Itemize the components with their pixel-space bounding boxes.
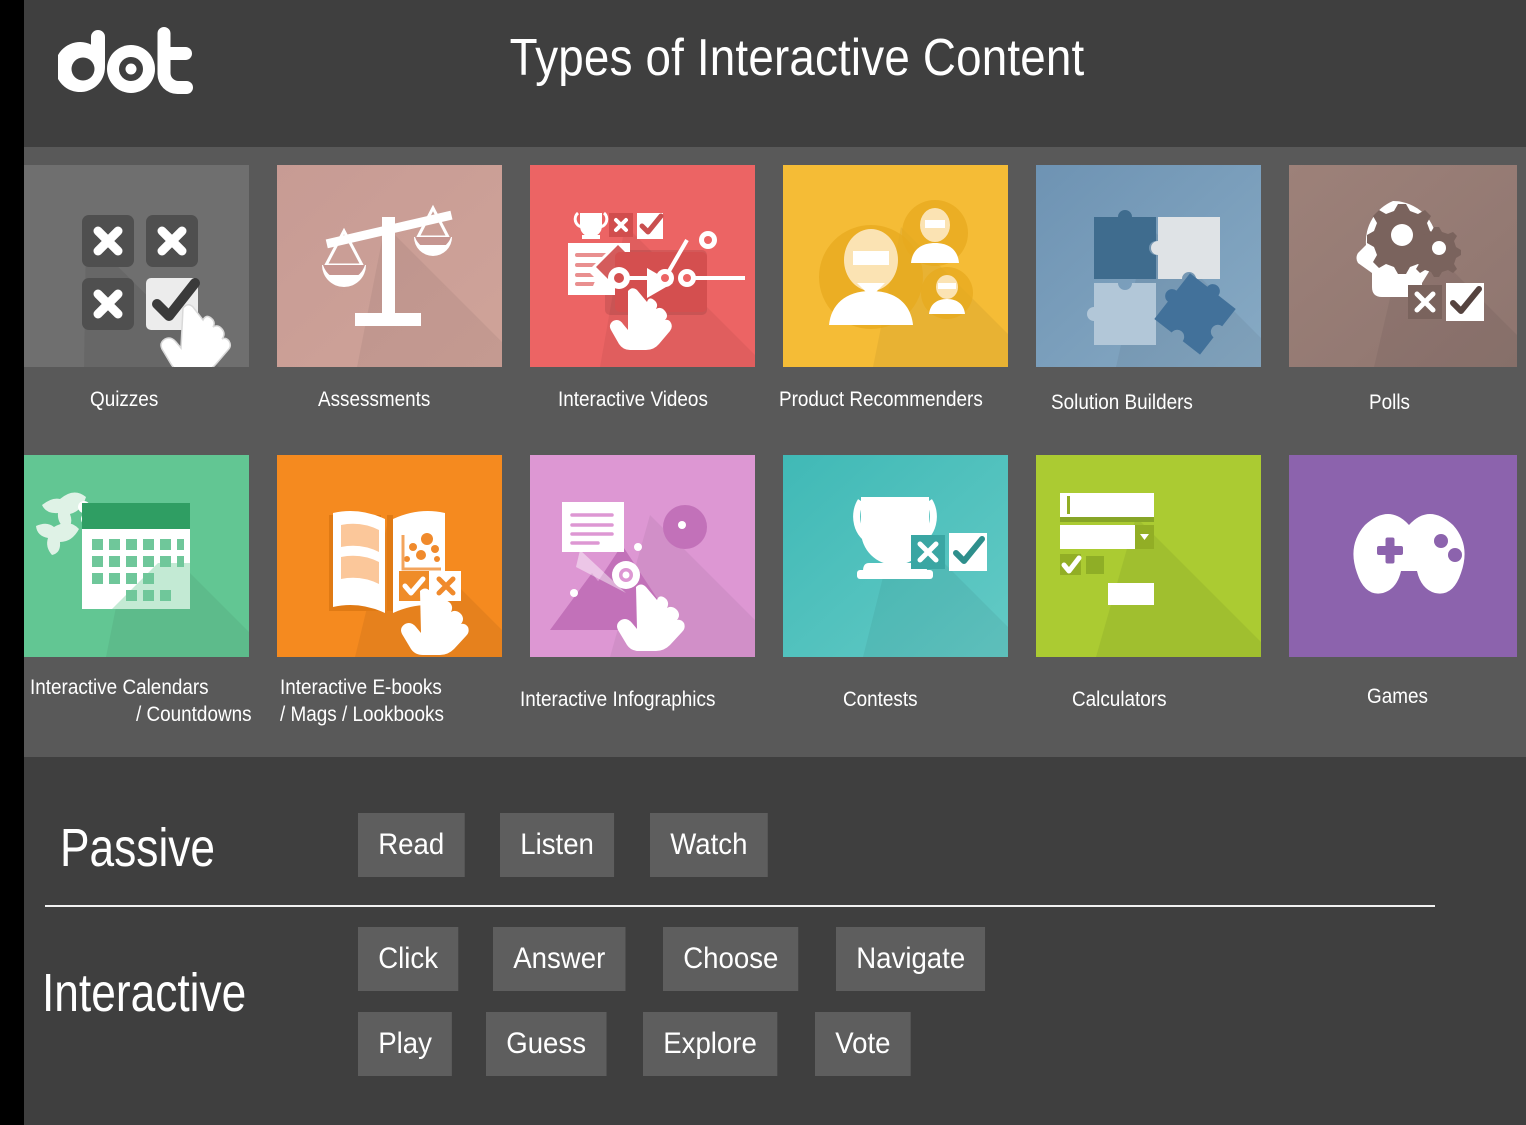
tile-thumb [1036, 165, 1261, 367]
interactive-action-group-row1: Click Answer Choose Navigate [358, 927, 999, 991]
quiz-checkbox-icon [24, 165, 249, 367]
tile-quizzes[interactable]: Quizzes [24, 165, 277, 417]
section-divider [45, 905, 1435, 907]
poster-root: Types of Interactive Content [24, 0, 1526, 1125]
tile-label-line2: / Mags / Lookbooks [280, 702, 505, 729]
tile-thumb [1289, 165, 1517, 367]
tile-label: Calculators [1072, 687, 1267, 714]
video-player-icon [530, 165, 755, 367]
tile-thumb [783, 165, 1008, 367]
action-chip-read[interactable]: Read [358, 813, 464, 877]
action-chip-explore[interactable]: Explore [643, 1012, 777, 1076]
tile-label: Assessments [318, 387, 509, 414]
tile-label-line2: / Countdowns [136, 702, 263, 729]
tile-assessments[interactable]: Assessments [277, 165, 530, 417]
action-chip-answer[interactable]: Answer [493, 927, 626, 991]
tile-interactive-ebooks[interactable]: Interactive E-books / Mags / Lookbooks [277, 455, 530, 729]
interactive-action-group-row2: Play Guess Explore Vote [358, 1012, 919, 1076]
tile-label: Contests [843, 687, 1017, 714]
tile-thumb [24, 455, 249, 657]
tile-label: Product Recommenders [779, 387, 1010, 414]
passive-action-group: Read Listen Watch [358, 813, 778, 877]
calendar-holly-icon [24, 455, 249, 657]
balance-scale-icon [277, 165, 502, 367]
tile-games[interactable]: Games [1289, 455, 1526, 729]
tile-label: Quizzes [90, 387, 258, 414]
head-gears-icon [1289, 165, 1517, 367]
action-chip-guess[interactable]: Guess [486, 1012, 606, 1076]
tile-thumb [277, 165, 502, 367]
tile-contests[interactable]: Contests [783, 455, 1036, 729]
action-chip-click[interactable]: Click [358, 927, 458, 991]
tile-interactive-calendars[interactable]: Interactive Calendars / Countdowns [24, 455, 277, 729]
tile-thumb [530, 165, 755, 367]
header: Types of Interactive Content [24, 0, 1526, 147]
action-chip-watch[interactable]: Watch [650, 813, 768, 877]
action-chip-navigate[interactable]: Navigate [836, 927, 985, 991]
tile-interactive-infographics[interactable]: Interactive Infographics [530, 455, 783, 729]
tile-label: Games [1367, 684, 1525, 711]
action-chip-vote[interactable]: Vote [815, 1012, 911, 1076]
page-title: Types of Interactive Content [114, 28, 1436, 88]
tile-label: Polls [1369, 390, 1525, 417]
tile-label: Interactive E-books [280, 675, 505, 702]
puzzle-pieces-icon [1036, 165, 1261, 367]
tile-thumb [1289, 455, 1517, 657]
tile-solution-builders[interactable]: Solution Builders [1036, 165, 1289, 417]
tile-thumb [277, 455, 502, 657]
tile-thumb [1036, 455, 1261, 657]
tile-calculators[interactable]: Calculators [1036, 455, 1289, 729]
content-type-grid: Quizzes [24, 147, 1526, 757]
tile-thumb [530, 455, 755, 657]
gamepad-icon [1289, 455, 1517, 657]
tile-thumb [783, 455, 1008, 657]
engagement-modes: Passive Read Listen Watch Interactive Cl… [24, 757, 1526, 1125]
people-group-icon [783, 165, 1008, 367]
tile-thumb [24, 165, 249, 367]
tile-interactive-videos[interactable]: Interactive Videos [530, 165, 783, 417]
tile-row-1: Quizzes [24, 165, 1526, 417]
action-chip-play[interactable]: Play [358, 1012, 452, 1076]
tile-label: Solution Builders [1051, 390, 1265, 417]
interactive-title: Interactive [42, 962, 246, 1024]
tile-label: Interactive Videos [558, 387, 761, 414]
tile-label: Interactive Infographics [520, 687, 757, 714]
open-book-icon [277, 455, 502, 657]
action-chip-listen[interactable]: Listen [500, 813, 614, 877]
action-chip-choose[interactable]: Choose [663, 927, 799, 991]
tile-product-recommenders[interactable]: Product Recommenders [783, 165, 1036, 417]
tile-label: Interactive Calendars [30, 675, 252, 702]
passive-title: Passive [60, 817, 215, 879]
infographic-mountains-icon [530, 455, 755, 657]
tile-row-2: Interactive Calendars / Countdowns [24, 455, 1526, 729]
tile-polls[interactable]: Polls [1289, 165, 1526, 417]
trophy-icon [783, 455, 1008, 657]
form-fields-icon [1036, 455, 1261, 657]
